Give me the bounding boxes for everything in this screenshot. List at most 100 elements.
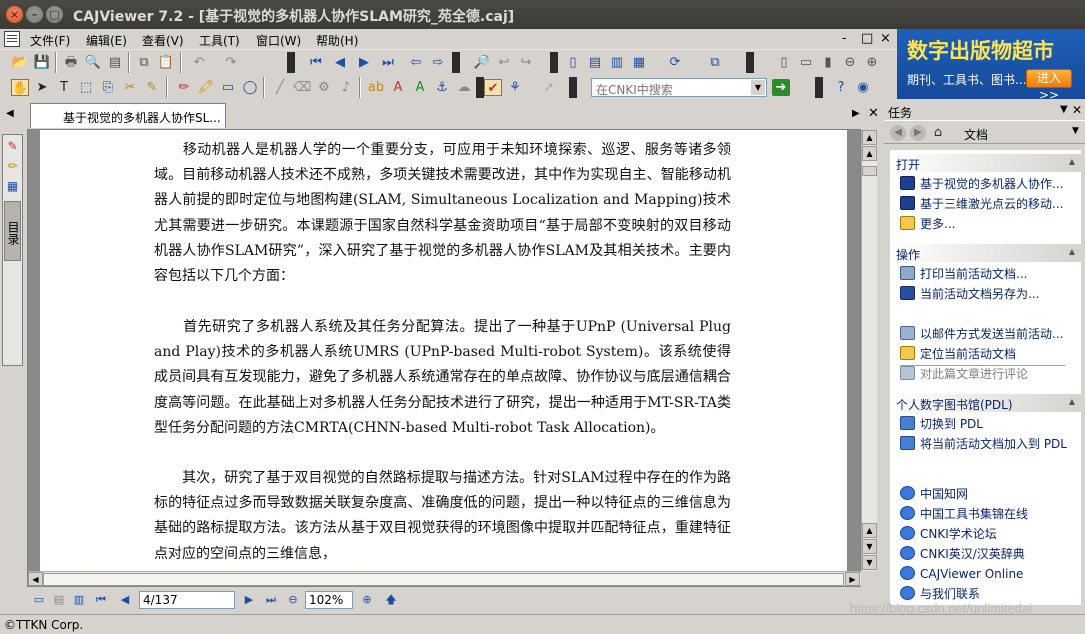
scroll-page-down-icon[interactable]: ▼	[862, 539, 877, 554]
mdi-minimize-button[interactable]: -	[842, 31, 847, 46]
catalog-tab[interactable]: 目录	[4, 201, 21, 261]
line-icon[interactable]: ╱	[271, 79, 289, 96]
previous-page-icon[interactable]: ◀	[117, 593, 133, 607]
continuous-view-icon[interactable]: ▤	[51, 593, 67, 607]
tab-scroll-right-icon[interactable]: ▶	[852, 108, 860, 119]
zoom-out-icon[interactable]: ⊖	[841, 54, 859, 71]
cnki-icon[interactable]: ◉	[854, 79, 872, 96]
last-page-icon[interactable]: ⏭	[263, 593, 279, 607]
recent-document-link[interactable]: 基于三维激光点云的移动...	[900, 195, 1063, 213]
page-setup-icon[interactable]: ▤	[106, 54, 124, 71]
last-page-icon[interactable]: ⏭	[379, 54, 397, 71]
ocr-icon[interactable]: ⎘	[99, 79, 117, 96]
open-icon[interactable]: 📂	[11, 54, 29, 71]
toolbar-grip[interactable]	[287, 52, 295, 73]
chevron-up-icon[interactable]: ▲	[1069, 247, 1075, 256]
ad-enter-button[interactable]: 进入>>	[1026, 69, 1072, 99]
forward-icon[interactable]: ▶	[910, 125, 926, 141]
menu-tools[interactable]: 工具(T)	[199, 32, 240, 49]
facing-pages-icon[interactable]: ▥	[608, 54, 626, 71]
zoom-in-icon[interactable]: ⊕	[863, 54, 881, 71]
scroll-down-icon[interactable]: ▼	[862, 555, 877, 570]
anchor-icon[interactable]: ⚓	[433, 79, 451, 96]
menu-window[interactable]: 窗口(W)	[256, 32, 301, 49]
note-icon[interactable]: ✎	[143, 79, 161, 96]
add-to-pdl-link[interactable]: 将当前活动文档加入到 PDL	[900, 435, 1067, 453]
highlighter-icon[interactable]: 🖍	[197, 79, 215, 96]
web-link[interactable]: 中国知网	[900, 485, 968, 503]
toolbar-grip[interactable]	[569, 77, 577, 98]
send-email-link[interactable]: 以邮件方式发送当前活动...	[900, 325, 1063, 343]
print-icon[interactable]: 🖶	[62, 54, 80, 71]
fit-page-icon[interactable]: ▭	[797, 54, 815, 71]
strikeout-icon[interactable]: A	[389, 79, 407, 96]
ellipse-icon[interactable]: ◯	[241, 79, 259, 96]
redo-icon[interactable]: ↷	[222, 54, 240, 71]
help-icon[interactable]: ?	[832, 79, 850, 96]
menu-edit[interactable]: 编辑(E)	[86, 32, 127, 49]
scroll-up-icon[interactable]: ▲	[862, 146, 877, 161]
next-page-icon[interactable]: ▶	[355, 54, 373, 71]
toolbar-grip[interactable]	[746, 52, 754, 73]
layout-icon[interactable]: ⧉	[706, 54, 724, 71]
vertical-scrollbar[interactable]: ▲ ▲ ▲ ▼ ▼	[861, 130, 877, 571]
chevron-up-icon[interactable]: ▲	[1069, 157, 1075, 166]
menu-help[interactable]: 帮助(H)	[316, 32, 358, 49]
search-go-icon[interactable]: ➔	[772, 79, 790, 96]
actual-size-icon[interactable]: ▯	[775, 54, 793, 71]
eraser-icon[interactable]: ⌫	[293, 79, 311, 96]
web-link[interactable]: CNKI英汉/汉英辞典	[900, 545, 1025, 563]
section-pdl-header[interactable]: 个人数字图书馆(PDL) ▲	[890, 394, 1081, 412]
print-preview-icon[interactable]: 🔍	[84, 54, 102, 71]
fit-width-icon[interactable]: ▮	[819, 54, 837, 71]
tab-scroll-left-icon[interactable]: ◀	[6, 108, 14, 119]
previous-page-icon[interactable]: ◀	[331, 54, 349, 71]
rectangle-icon[interactable]: ▭	[219, 79, 237, 96]
text-highlight-icon[interactable]: ab	[367, 79, 385, 96]
chevron-down-icon[interactable]: ▼	[1060, 104, 1068, 115]
locate-document-link[interactable]: 定位当前活动文档	[900, 345, 1016, 363]
mdi-restore-button[interactable]: □	[861, 31, 873, 46]
find-icon[interactable]: 🔎	[473, 54, 491, 71]
annotation-panel-icon[interactable]: ✎	[5, 139, 20, 154]
switch-pdl-link[interactable]: 切换到 PDL	[900, 415, 983, 433]
single-page-view-icon[interactable]: ▭	[31, 593, 47, 607]
web-link[interactable]: CNKI学术论坛	[900, 525, 997, 543]
image-select-icon[interactable]: ⬚	[77, 79, 95, 96]
audio-icon[interactable]: ♪	[337, 79, 355, 96]
first-page-icon[interactable]: ⏮	[93, 593, 109, 607]
zoom-in-icon[interactable]: ⊕	[359, 593, 375, 607]
pencil-panel-icon[interactable]: ✏	[5, 159, 20, 174]
toolbar-grip[interactable]	[815, 77, 823, 98]
app-document-icon[interactable]	[4, 31, 20, 47]
more-documents-link[interactable]: 更多...	[900, 215, 955, 233]
stamp-icon[interactable]: ⚙	[315, 79, 333, 96]
horizontal-scrollbar[interactable]: ◀ ▶	[28, 571, 861, 586]
copy-icon[interactable]: ⧉	[135, 54, 153, 71]
text-select-icon[interactable]: T	[55, 79, 73, 96]
back-icon[interactable]: ◀	[890, 125, 906, 141]
web-link[interactable]: CAJViewer Online	[900, 565, 1023, 583]
toolbar-grip[interactable]	[476, 77, 484, 98]
zoom-out-icon[interactable]: ⊖	[285, 593, 301, 607]
menu-file[interactable]: 文件(F)	[30, 32, 70, 49]
snapshot-icon[interactable]: ✂	[121, 79, 139, 96]
section-actions-header[interactable]: 操作 ▲	[890, 244, 1081, 262]
underline-icon[interactable]: A	[411, 79, 429, 96]
hand-tool-icon[interactable]: ✋	[11, 79, 29, 96]
toolbar-grip[interactable]	[550, 52, 558, 73]
facing-view-icon[interactable]: ▥	[71, 593, 87, 607]
cnki-search-input[interactable]: 在CNKI中搜索 ▼	[591, 78, 767, 97]
page-number-input[interactable]: 4/137	[139, 591, 235, 609]
find-previous-icon[interactable]: ↩	[495, 54, 513, 71]
thumbnail-panel-icon[interactable]: ▦	[5, 179, 20, 194]
find-next-icon[interactable]: ↪	[517, 54, 535, 71]
continuous-page-icon[interactable]: ▤	[586, 54, 604, 71]
task-pane-close-icon[interactable]: ✕	[1072, 103, 1082, 117]
toolbar-grip[interactable]	[452, 52, 460, 73]
single-page-icon[interactable]: ▯	[564, 54, 582, 71]
window-close-button[interactable]: ×	[6, 6, 23, 23]
pencil-icon[interactable]: ✏	[175, 79, 193, 96]
first-page-icon[interactable]: ⏮	[307, 54, 325, 71]
menu-view[interactable]: 查看(V)	[142, 32, 184, 49]
